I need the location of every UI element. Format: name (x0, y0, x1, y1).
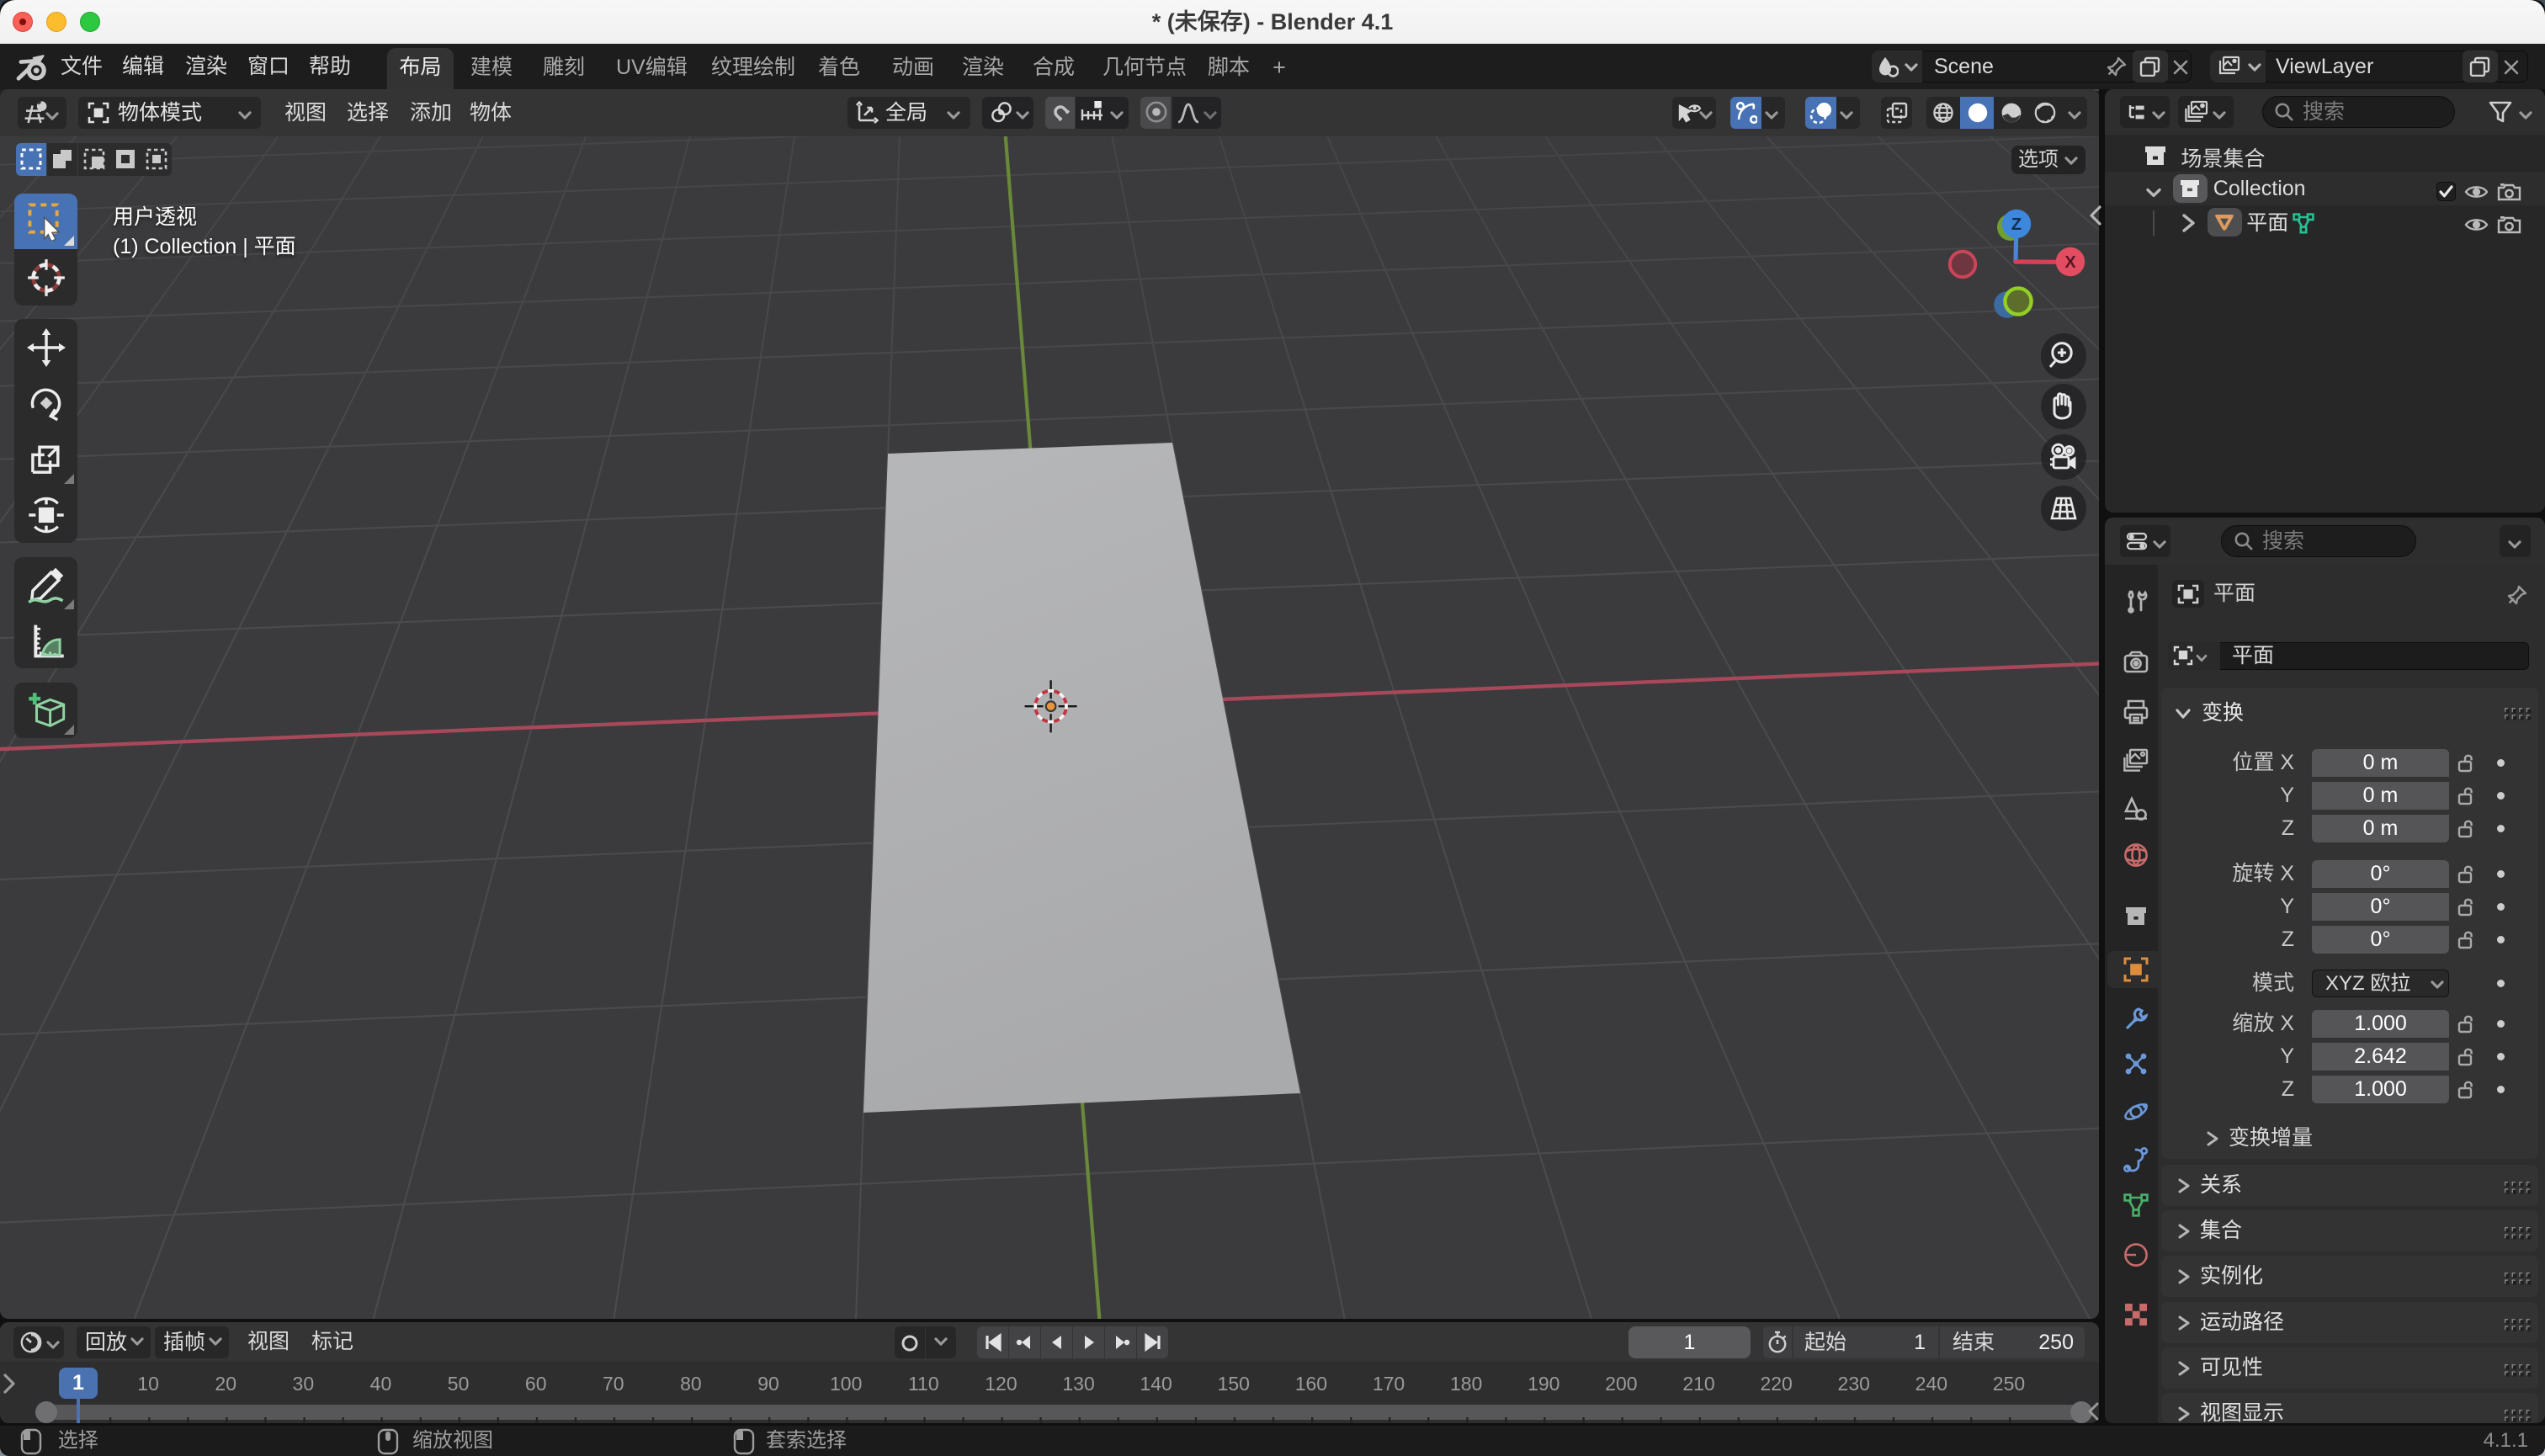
svg-text:X: X (2064, 253, 2076, 272)
svg-text:Z: Z (2011, 215, 2022, 234)
